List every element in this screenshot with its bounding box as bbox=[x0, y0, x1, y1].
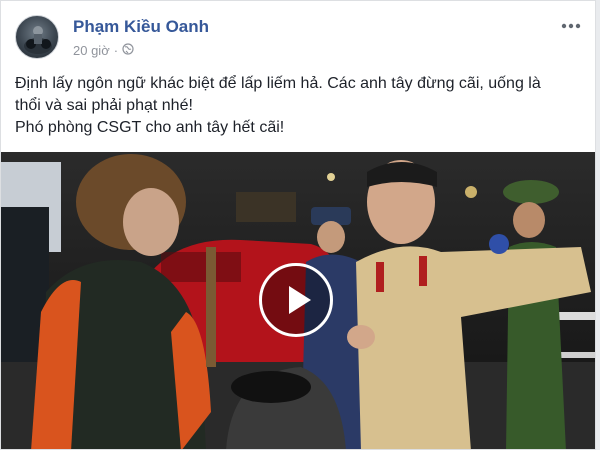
post-meta: 20 giờ · bbox=[73, 43, 134, 58]
post-timestamp[interactable]: 20 giờ bbox=[73, 43, 110, 58]
avatar[interactable] bbox=[15, 15, 59, 59]
video-player[interactable] bbox=[1, 152, 595, 449]
post-text: Định lấy ngôn ngữ khác biệt để lấp liếm … bbox=[15, 73, 585, 139]
author-name-link[interactable]: Phạm Kiều Oanh bbox=[73, 17, 209, 37]
post-card: Phạm Kiều Oanh 20 giờ · Định lấy ngôn ng… bbox=[0, 0, 596, 450]
globe-icon bbox=[122, 43, 134, 58]
meta-separator: · bbox=[113, 43, 119, 58]
post-text-line: Phó phòng CSGT cho anh tây hết cãi! bbox=[15, 119, 285, 136]
avatar-image bbox=[24, 26, 52, 54]
more-options-icon[interactable] bbox=[559, 17, 583, 37]
post-text-line: Định lấy ngôn ngữ khác biệt để lấp liếm … bbox=[15, 75, 541, 92]
play-button[interactable] bbox=[259, 263, 333, 337]
play-icon bbox=[289, 286, 311, 314]
post-text-line: thổi và sai phải phạt nhé! bbox=[15, 97, 193, 114]
post-header: Phạm Kiều Oanh 20 giờ · bbox=[15, 13, 595, 63]
